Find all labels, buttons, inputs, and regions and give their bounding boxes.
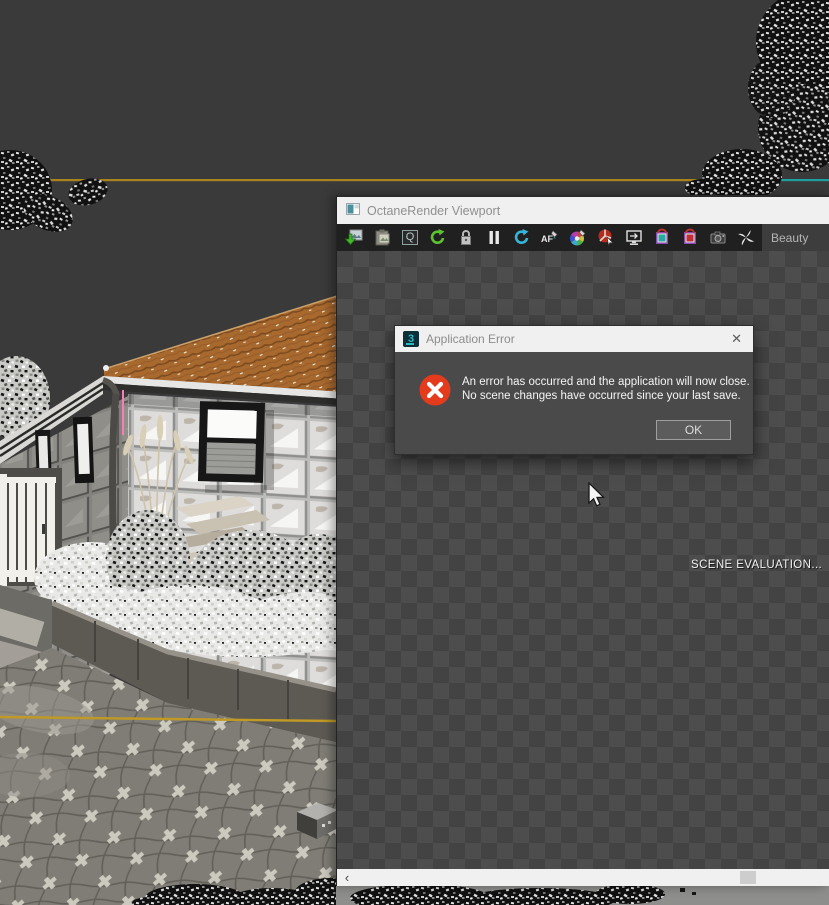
screen: OctaneRender Viewport Q AF Beauty SCENE … — [0, 0, 829, 905]
lock-resolution-icon[interactable] — [454, 227, 478, 249]
window-title: OctaneRender Viewport — [367, 203, 501, 218]
scene-strip-below-window — [336, 884, 829, 905]
dialog-titlebar[interactable]: 3 Application Error ✕ — [395, 326, 753, 352]
af-label: AF — [541, 234, 553, 244]
render-priority-icon[interactable] — [594, 227, 618, 249]
selected-spline-1 — [122, 390, 124, 435]
horizontal-scrollbar[interactable]: ‹ — [337, 869, 829, 886]
front-window — [197, 401, 266, 483]
octane-logo-icon[interactable] — [734, 227, 758, 249]
close-icon[interactable]: ✕ — [728, 331, 745, 347]
application-error-dialog: 3 Application Error ✕ An error has occur… — [394, 325, 754, 455]
white-balance-picker-icon[interactable] — [566, 227, 590, 249]
quick-save-icon[interactable]: Q — [398, 227, 422, 249]
horizon-line-yellow — [0, 179, 737, 182]
render-bucket-teal-icon[interactable] — [650, 227, 674, 249]
scrollbar-thumb[interactable] — [740, 871, 756, 884]
error-icon — [419, 374, 451, 406]
dialog-body: An error has occurred and the applicatio… — [395, 352, 753, 454]
window-icon — [346, 202, 360, 220]
window-titlebar[interactable]: OctaneRender Viewport — [337, 197, 829, 224]
render-viewport[interactable]: SCENE EVALUATION... 3 Application Error … — [337, 251, 829, 869]
ok-button[interactable]: OK — [656, 420, 731, 440]
scene-evaluation-status: SCENE EVALUATION... — [691, 559, 823, 571]
error-message-line2: No scene changes have occurred since you… — [462, 389, 741, 402]
pause-render-icon[interactable] — [482, 227, 506, 249]
error-message: An error has occurred and the applicatio… — [462, 376, 750, 403]
copy-to-clipboard-icon[interactable] — [370, 227, 394, 249]
mouse-cursor — [588, 482, 606, 507]
autofocus-icon[interactable]: AF — [538, 227, 562, 249]
camera-settings-icon[interactable] — [706, 227, 730, 249]
render-bucket-red-icon[interactable] — [678, 227, 702, 249]
refresh-render-icon[interactable] — [510, 227, 534, 249]
fit-to-viewport-icon[interactable] — [622, 227, 646, 249]
octane-render-window: OctaneRender Viewport Q AF Beauty SCENE … — [336, 195, 829, 886]
toolbar: Q AF Beauty — [337, 224, 829, 251]
3dsmax-app-icon: 3 — [403, 331, 419, 347]
error-message-line1: An error has occurred and the applicatio… — [462, 376, 750, 388]
restart-render-icon[interactable] — [426, 227, 450, 249]
render-pass-selector[interactable]: Beauty — [762, 224, 829, 251]
dialog-title: Application Error — [426, 332, 515, 346]
save-render-image-icon[interactable] — [342, 227, 366, 249]
scrollbar-left-arrow[interactable]: ‹ — [340, 869, 354, 886]
